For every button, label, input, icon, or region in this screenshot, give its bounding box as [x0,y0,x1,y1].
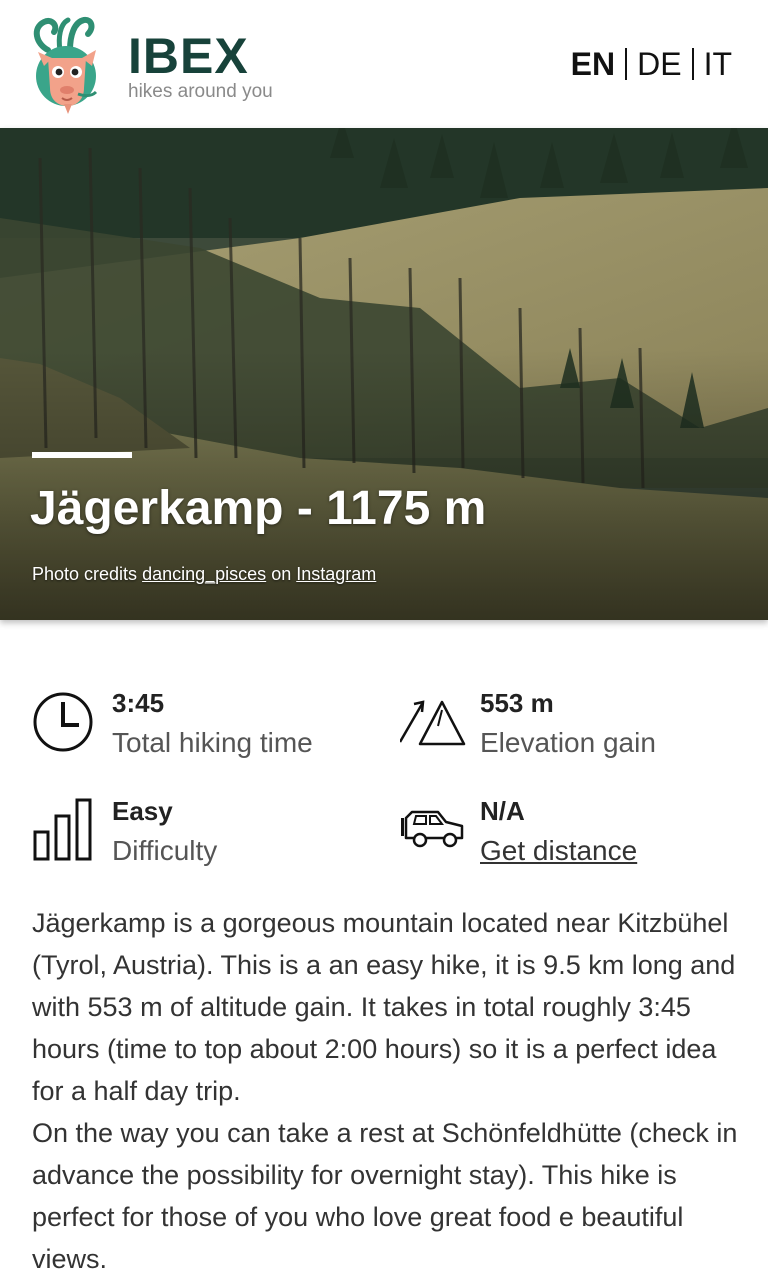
stat-hiking-time: 3:45 Total hiking time [32,688,372,768]
clock-icon [33,692,93,752]
site-header: IBEX hikes around you EN DE IT [0,0,768,128]
lang-it[interactable]: IT [694,44,742,84]
difficulty-value: Easy [112,796,173,826]
description-paragraph: Jägerkamp is a gorgeous mountain located… [32,908,736,1106]
ibex-logo-icon[interactable] [30,14,104,114]
distance-value: N/A [480,796,525,826]
credits-user-link[interactable]: dancing_pisces [142,564,266,584]
stat-difficulty: Easy Difficulty [32,796,372,876]
credits-platform-link[interactable]: Instagram [296,564,376,584]
elevation-value: 553 m [480,688,554,718]
hiking-time-value: 3:45 [112,688,165,718]
brand-name: IBEX [128,28,249,84]
lang-en[interactable]: EN [561,44,625,84]
hiking-time-label: Total hiking time [112,727,313,758]
mountain-icon [400,700,466,746]
hero-title-rule [32,452,132,458]
get-distance-link[interactable]: Get distance [480,834,637,868]
hike-description: Jägerkamp is a gorgeous mountain located… [32,902,744,1280]
stat-distance: N/A Get distance [400,796,740,876]
photo-credits: Photo credits dancing_pisces on Instagra… [32,564,376,585]
elevation-label: Elevation gain [480,727,656,758]
stat-elevation: 553 m Elevation gain [400,688,740,768]
description-paragraph: On the way you can take a rest at Schönf… [32,1118,738,1274]
brand[interactable]: IBEX hikes around you [128,28,273,102]
hero-landscape-image [0,128,768,620]
credits-on: on [271,564,292,584]
signal-bars-icon [33,798,92,861]
lang-de[interactable]: DE [627,44,691,84]
difficulty-label: Difficulty [112,835,218,866]
credits-prefix: Photo credits [32,564,138,584]
language-switcher: EN DE IT [561,44,742,84]
brand-tagline: hikes around you [128,81,273,102]
car-icon [401,810,464,848]
hero-banner: Jägerkamp - 1175 m Photo credits dancing… [0,128,768,620]
hike-title: Jägerkamp - 1175 m [30,482,487,535]
